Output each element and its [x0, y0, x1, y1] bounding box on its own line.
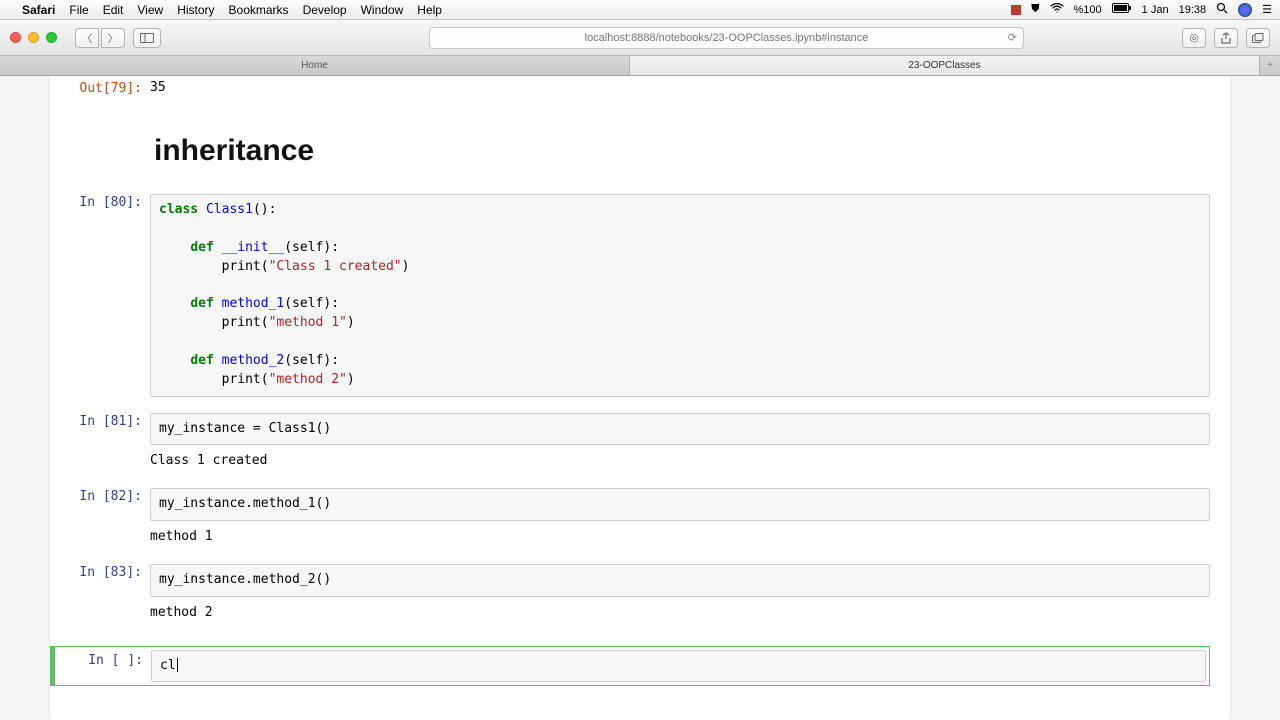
jupyter-notebook: Out[79]: 35 inheritance In [80]: class C… [50, 76, 1230, 720]
back-button[interactable]: 〈 [75, 28, 99, 48]
out-prompt-79: Out[79]: [50, 80, 150, 98]
output-cell-79: Out[79]: 35 [50, 76, 1230, 106]
code-cell-80[interactable]: In [80]: class Class1(): def __init__(se… [50, 192, 1230, 398]
battery-percent: %100 [1074, 4, 1102, 16]
tab-notebook[interactable]: 23-OOPClasses [630, 56, 1260, 75]
safari-toolbar: 〈 〉 localhost:8888/notebooks/23-OOPClass… [0, 20, 1280, 56]
siri-icon[interactable] [1238, 3, 1252, 17]
battery-icon[interactable] [1112, 3, 1132, 16]
menubar-date[interactable]: 1 Jan [1142, 4, 1169, 16]
code-cell-81[interactable]: In [81]: my_instance = Class1() [50, 411, 1230, 448]
in-prompt-82: In [82]: [50, 488, 150, 521]
menu-develop[interactable]: Develop [303, 3, 347, 17]
menu-help[interactable]: Help [417, 3, 442, 17]
app-name[interactable]: Safari [22, 3, 55, 17]
window-close-button[interactable] [10, 32, 21, 43]
code-83-content[interactable]: my_instance.method_2() [159, 571, 1201, 590]
menu-file[interactable]: File [69, 3, 88, 17]
tab-home[interactable]: Home [0, 56, 630, 75]
spotlight-icon[interactable] [1216, 2, 1228, 17]
code-cell-82[interactable]: In [82]: my_instance.method_1() [50, 486, 1230, 523]
code-80-content[interactable]: class Class1(): def __init__(self): prin… [159, 201, 1201, 389]
window-minimize-button[interactable] [28, 32, 39, 43]
menu-edit[interactable]: Edit [103, 3, 124, 17]
heading-inheritance: inheritance [154, 134, 1230, 168]
active-code-cell[interactable]: In [ ]: cl [50, 646, 1210, 686]
macos-menubar: Safari File Edit View History Bookmarks … [0, 0, 1280, 20]
in-prompt-blank: In [ ]: [55, 647, 151, 685]
code-82-content[interactable]: my_instance.method_1() [159, 495, 1201, 514]
forward-button[interactable]: 〉 [101, 28, 125, 48]
tabs-overview-button[interactable] [1246, 28, 1270, 48]
active-code-input[interactable]: cl [151, 650, 1206, 682]
menu-view[interactable]: View [137, 3, 163, 17]
window-zoom-button[interactable] [46, 32, 57, 43]
new-tab-button[interactable]: + [1260, 56, 1280, 75]
reload-icon[interactable]: ⟳ [1008, 31, 1017, 44]
markdown-heading[interactable]: inheritance [50, 106, 1230, 180]
recording-icon[interactable] [1011, 5, 1021, 15]
shield-icon[interactable]: ⛊ [1031, 3, 1039, 16]
menu-window[interactable]: Window [361, 3, 404, 17]
wifi-icon[interactable] [1050, 3, 1064, 16]
in-prompt-83: In [83]: [50, 564, 150, 597]
url-text: localhost:8888/notebooks/23-OOPClasses.i… [585, 32, 869, 44]
output-stream-82: method 1 [50, 523, 1230, 562]
menubar-time[interactable]: 19:38 [1179, 4, 1207, 16]
reader-button[interactable]: ◎ [1182, 28, 1206, 48]
notification-center-icon[interactable]: ☰ [1262, 3, 1272, 16]
menu-bookmarks[interactable]: Bookmarks [229, 3, 289, 17]
share-button[interactable] [1214, 28, 1238, 48]
code-81-content[interactable]: my_instance = Class1() [159, 420, 1201, 439]
out-value-79: 35 [150, 80, 166, 98]
code-cell-83[interactable]: In [83]: my_instance.method_2() [50, 562, 1230, 599]
in-prompt-81: In [81]: [50, 413, 150, 446]
output-stream-83: method 2 [50, 599, 1230, 638]
sidebar-button[interactable] [133, 28, 161, 48]
text-cursor [177, 658, 178, 672]
output-stream-81: Class 1 created [50, 447, 1230, 486]
url-bar[interactable]: localhost:8888/notebooks/23-OOPClasses.i… [429, 27, 1024, 49]
menu-history[interactable]: History [177, 3, 214, 17]
tabstrip: Home 23-OOPClasses + [0, 56, 1280, 76]
in-prompt-80: In [80]: [50, 194, 150, 396]
